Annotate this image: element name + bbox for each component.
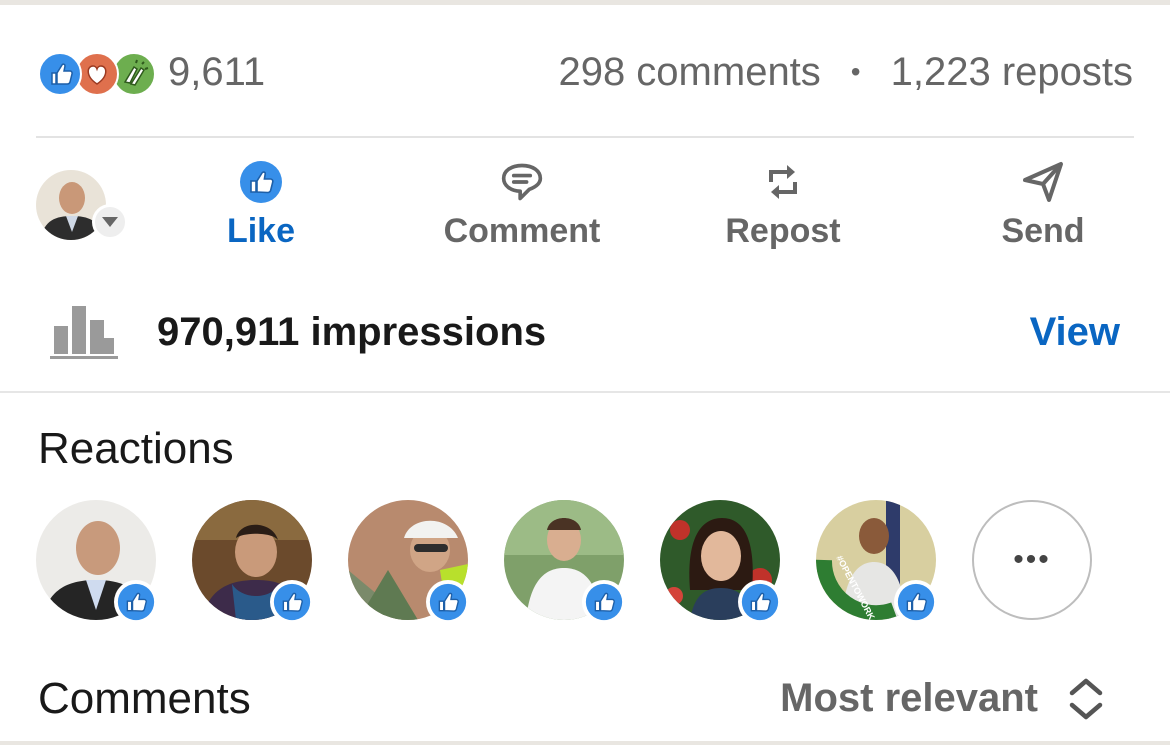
reactor-avatar-1[interactable]: [36, 500, 158, 624]
reposts-count[interactable]: 1,223 reposts: [891, 50, 1133, 94]
dot-separator: •: [850, 56, 861, 87]
chevron-down-icon: [92, 204, 128, 240]
like-icon: [738, 580, 782, 624]
repost-button[interactable]: Repost: [720, 160, 846, 256]
send-button[interactable]: Send: [996, 160, 1090, 256]
comments-count[interactable]: 298 comments: [558, 50, 820, 94]
bottom-divider: [0, 741, 1170, 745]
send-icon: [1021, 160, 1065, 204]
reactor-avatar-4[interactable]: [504, 500, 626, 624]
reactor-avatar-6[interactable]: #OPENTOWORK: [816, 500, 938, 624]
reactions-heading: Reactions: [38, 424, 234, 473]
comment-button[interactable]: Comment: [436, 160, 608, 256]
like-icon: [270, 580, 314, 624]
like-icon: [239, 160, 283, 204]
reactor-avatar-5[interactable]: [660, 500, 782, 624]
actor-switcher[interactable]: [36, 170, 128, 242]
like-icon: [426, 580, 470, 624]
like-icon: [114, 580, 158, 624]
social-counts: 9,611 298 comments • 1,223 reposts: [38, 48, 1133, 98]
comment-icon: [500, 160, 544, 204]
impressions-count: 970,911 impressions: [157, 310, 547, 354]
like-label: Like: [226, 212, 296, 250]
more-reactions-button[interactable]: •••: [972, 500, 1092, 620]
send-label: Send: [1001, 212, 1085, 250]
like-icon: [894, 580, 938, 624]
sort-comments-dropdown[interactable]: Most relevant: [780, 676, 1104, 721]
comment-label: Comment: [443, 212, 601, 250]
reactor-avatar-3[interactable]: [348, 500, 470, 624]
like-button[interactable]: Like: [220, 160, 302, 256]
sort-chevrons-icon: [1069, 678, 1103, 719]
section-divider: [0, 391, 1170, 393]
like-icon: [38, 52, 82, 96]
comments-heading: Comments: [38, 674, 251, 723]
analytics-icon: [50, 302, 118, 360]
divider: [36, 136, 1134, 138]
comments-reposts-counts: 298 comments • 1,223 reposts: [558, 50, 1133, 95]
reactions-count[interactable]: 9,611: [168, 50, 265, 95]
reaction-icons[interactable]: [38, 52, 156, 96]
reactor-avatar-2[interactable]: [192, 500, 314, 624]
top-divider: [0, 0, 1170, 5]
repost-label: Repost: [725, 212, 841, 250]
sort-label: Most relevant: [780, 676, 1038, 720]
like-icon: [582, 580, 626, 624]
repost-icon: [761, 160, 805, 204]
view-analytics-link[interactable]: View: [1030, 310, 1120, 355]
